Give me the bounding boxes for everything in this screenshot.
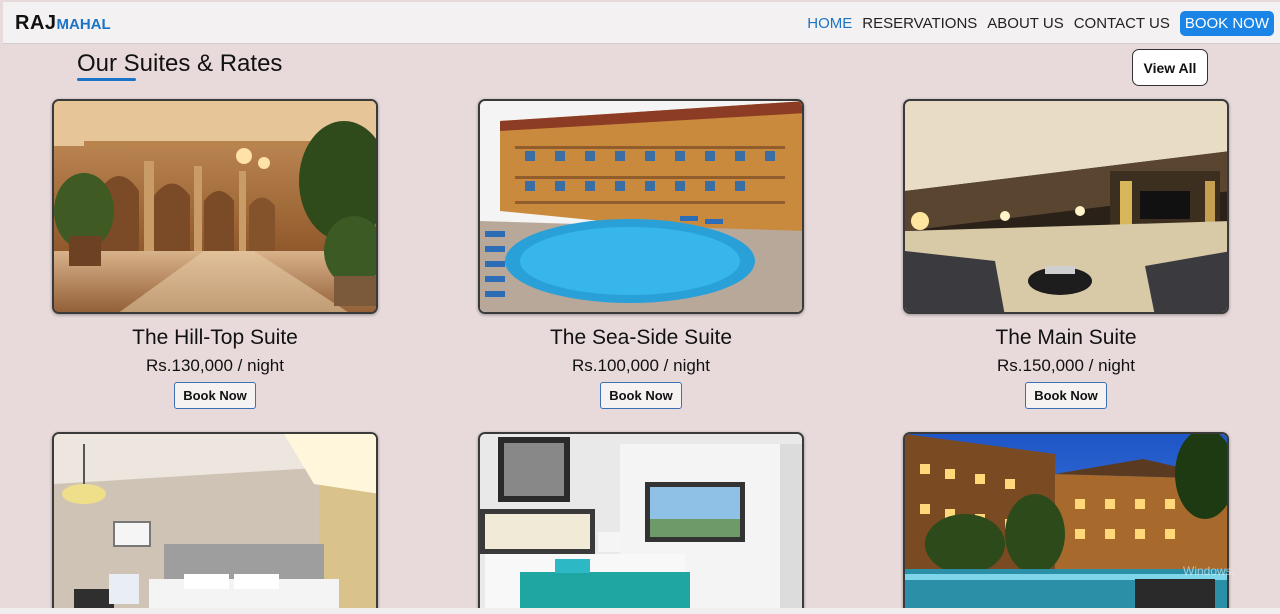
main-nav: HOME RESERVATIONS ABOUT US CONTACT US BO… bbox=[797, 11, 1274, 36]
suite-name: The Hill-Top Suite bbox=[132, 326, 298, 349]
nav-home-link[interactable]: HOME bbox=[807, 15, 852, 32]
nav-reservations-link[interactable]: RESERVATIONS bbox=[862, 15, 977, 32]
title-underline bbox=[77, 78, 136, 81]
nav-book-now-button[interactable]: BOOK NOW bbox=[1179, 11, 1274, 36]
suite-price: Rs.100,000 / night bbox=[572, 356, 710, 375]
suite-photo-hilltop[interactable] bbox=[52, 99, 378, 314]
suite-card-row2-1 bbox=[52, 432, 378, 612]
suite-photo-resort[interactable] bbox=[903, 432, 1229, 612]
suite-card-seaside: The Sea-Side Suite Rs.100,000 / night Bo… bbox=[478, 99, 804, 409]
suite-card-row2-2 bbox=[478, 432, 804, 612]
suite-price: Rs.130,000 / night bbox=[146, 356, 284, 375]
suite-photo-modern-room[interactable] bbox=[478, 432, 804, 612]
brand-logo[interactable]: RAJMAHAL bbox=[15, 12, 111, 35]
brand-mahal: MAHAL bbox=[56, 16, 111, 33]
suite-photo-seaside[interactable] bbox=[478, 99, 804, 314]
brand-raj: RAJ bbox=[15, 12, 57, 34]
suite-card-main: The Main Suite Rs.150,000 / night Book N… bbox=[903, 99, 1229, 409]
nav-contact-link[interactable]: CONTACT US bbox=[1074, 15, 1170, 32]
suite-photo-bedroom[interactable] bbox=[52, 432, 378, 612]
bottom-edge bbox=[0, 608, 1280, 614]
suite-name: The Sea-Side Suite bbox=[549, 326, 733, 349]
suite-card-row2-3 bbox=[903, 432, 1229, 612]
section-title: Our Suites & Rates bbox=[77, 50, 283, 77]
suite-photo-main[interactable] bbox=[903, 99, 1229, 314]
suite-book-button[interactable]: Book Now bbox=[1025, 382, 1107, 409]
top-navbar: RAJMAHAL HOME RESERVATIONS ABOUT US CONT… bbox=[3, 2, 1280, 44]
suite-price: Rs.150,000 / night bbox=[997, 356, 1135, 375]
view-all-button[interactable]: View All bbox=[1132, 49, 1208, 86]
suite-book-button[interactable]: Book Now bbox=[174, 382, 256, 409]
suite-book-button[interactable]: Book Now bbox=[600, 382, 682, 409]
os-watermark: Windows. bbox=[1183, 564, 1236, 578]
suite-card-hilltop: The Hill-Top Suite Rs.130,000 / night Bo… bbox=[52, 99, 378, 409]
nav-about-link[interactable]: ABOUT US bbox=[987, 15, 1063, 32]
suite-name: The Main Suite bbox=[995, 326, 1137, 349]
